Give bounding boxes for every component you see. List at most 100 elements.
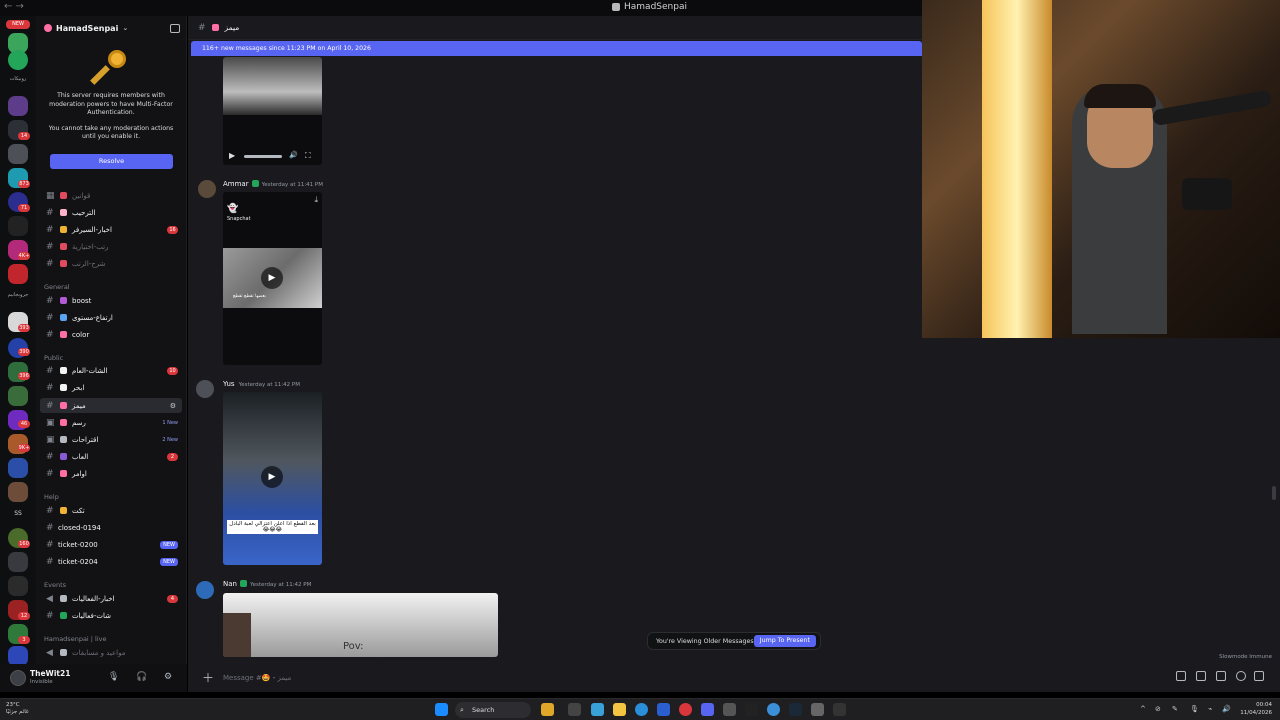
app-icon-5[interactable] <box>767 703 780 716</box>
server-initials[interactable]: SS <box>4 510 32 517</box>
tray-overflow-icon[interactable]: ^ <box>1140 705 1146 713</box>
server-icon-8[interactable] <box>8 216 28 236</box>
tray-icon-2[interactable]: ✎ <box>1172 705 1178 713</box>
network-icon[interactable]: ⌁ <box>1208 705 1212 713</box>
sticker-icon[interactable] <box>1216 671 1226 681</box>
volume-icon[interactable]: 🔊 <box>289 151 298 159</box>
message-input[interactable]: Message #🤩・ميمز <box>223 673 291 683</box>
category-public[interactable]: Public <box>44 354 63 362</box>
system-clock[interactable]: 00:04 11/04/2026 <box>1240 702 1272 717</box>
play-icon[interactable]: ▶ <box>261 267 283 289</box>
back-forward-arrows[interactable]: ← → <box>4 1 24 12</box>
avatar[interactable] <box>10 670 26 686</box>
microphone-icon[interactable]: 🎙 <box>108 672 119 682</box>
app-icon-3[interactable] <box>679 703 692 716</box>
volume-slider[interactable] <box>244 155 282 158</box>
app-icon-4[interactable] <box>723 703 736 716</box>
server-icon-24[interactable] <box>8 646 28 666</box>
file-explorer-icon[interactable] <box>613 703 626 716</box>
invite-people-icon[interactable] <box>170 24 180 33</box>
channel-item[interactable]: # ابحر <box>36 380 186 395</box>
tray-icon-1[interactable]: ⊘ <box>1155 705 1161 713</box>
server-icon-14[interactable] <box>8 386 28 406</box>
volume-icon[interactable]: 🔊 <box>1222 705 1231 713</box>
video-attachment[interactable]: Pov: <box>223 593 498 657</box>
channel-item[interactable]: ▦ قوانين <box>36 188 186 203</box>
video-attachment[interactable]: ▶ بعد الفطع اذا اعلن اعتزالي لعبة البادل… <box>223 392 322 565</box>
video-attachment[interactable]: ▶ 🔊 ⛶ <box>223 57 322 165</box>
play-icon[interactable]: ▶ <box>261 466 283 488</box>
server-icon-10[interactable] <box>8 264 28 284</box>
channel-item[interactable]: ▣ اقتراحات 2 New <box>36 432 186 447</box>
avatar[interactable] <box>196 581 214 599</box>
category-help[interactable]: Help <box>44 493 59 501</box>
apps-icon[interactable] <box>1254 671 1264 681</box>
server-icon-21[interactable] <box>8 576 28 596</box>
edge-browser-icon[interactable] <box>635 703 648 716</box>
settings-app-icon[interactable] <box>811 703 824 716</box>
app-icon-2[interactable] <box>657 703 670 716</box>
channel-item[interactable]: # ticket-0200 NEW <box>36 537 186 552</box>
plus-icon[interactable]: ＋ <box>202 669 214 686</box>
emoji-icon[interactable] <box>1236 671 1246 681</box>
fullscreen-icon[interactable]: ⛶ <box>305 151 311 161</box>
channel-item[interactable]: # الشات-العام 10 <box>36 363 186 378</box>
new-messages-bar[interactable]: 116+ new messages since 11:23 PM on Apri… <box>191 41 922 56</box>
steam-icon[interactable] <box>789 703 802 716</box>
resolve-button[interactable]: Resolve <box>50 153 173 169</box>
channel-item[interactable]: # شات-فعاليات <box>36 608 186 623</box>
gift-icon[interactable] <box>1176 671 1186 681</box>
channel-item[interactable]: # العاب 2 <box>36 449 186 464</box>
play-icon[interactable]: ▶ <box>229 151 235 160</box>
widgets-icon[interactable] <box>541 703 554 716</box>
channel-item[interactable]: ◀ اخبار-الفعاليات 4 <box>36 591 186 606</box>
channel-item[interactable]: # closed-0194 <box>36 520 186 535</box>
channel-settings-icon[interactable]: ⚙ <box>170 402 176 410</box>
server-icon-18[interactable] <box>8 482 28 502</box>
channel-item[interactable]: # اخبار-السيرفر 16 <box>36 222 186 237</box>
channel-item[interactable]: ▣ رسم 1 New <box>36 415 186 430</box>
avatar[interactable] <box>196 380 214 398</box>
username[interactable]: TheWit21 <box>30 669 70 678</box>
video-attachment[interactable]: 👻 Snapchat ⤓ ▶ بعضها تقطع تقطع <box>223 192 322 365</box>
server-icon-17[interactable] <box>8 458 28 478</box>
category-events[interactable]: Events <box>44 581 66 589</box>
channel-item[interactable]: # ارتفاع-مستوى <box>36 310 186 325</box>
microphone-tray-icon[interactable]: 🎙 <box>1190 705 1199 713</box>
channel-item[interactable]: # boost <box>36 293 186 308</box>
channel-item[interactable]: # الترحيب <box>36 205 186 220</box>
channel-item[interactable]: # شرح-الرتب <box>36 256 186 271</box>
unread-count-badge: 16 <box>167 225 178 234</box>
category-general[interactable]: General <box>44 283 70 291</box>
channel-item-active[interactable]: # ميمز ⚙ <box>40 398 182 413</box>
server-icon-3[interactable] <box>8 96 28 116</box>
scrollbar[interactable] <box>1272 486 1276 500</box>
category-live[interactable]: Hamadsenpai | live <box>44 635 107 643</box>
jump-to-present-button[interactable]: Jump To Present <box>753 635 816 647</box>
channel-item[interactable]: # ticket-0204 NEW <box>36 554 186 569</box>
channel-item[interactable]: ◀ مواعيد و مسابقات <box>36 645 186 660</box>
guild-header[interactable]: HamadSenpai ⌄ <box>36 16 186 40</box>
channel-item[interactable]: # اوامر <box>36 466 186 481</box>
channel-item[interactable]: # color <box>36 327 186 342</box>
headphones-icon[interactable]: 🎧 <box>136 672 147 682</box>
taskbar-search[interactable]: ⌕ Search <box>455 702 531 718</box>
channel-item[interactable]: # تكت <box>36 503 186 518</box>
gear-icon[interactable]: ⚙ <box>164 672 172 682</box>
download-icon[interactable]: ⤓ <box>314 195 318 205</box>
channel-emoji-icon <box>60 402 67 409</box>
task-view-icon[interactable] <box>568 703 581 716</box>
avatar[interactable] <box>198 180 216 198</box>
windows-start-icon[interactable] <box>435 703 448 716</box>
server-icon-5[interactable] <box>8 144 28 164</box>
app-icon-6[interactable] <box>833 703 846 716</box>
channel-item[interactable]: # رتب-اختيارية <box>36 239 186 254</box>
server-icon-20[interactable] <box>8 552 28 572</box>
gif-icon[interactable] <box>1196 671 1206 681</box>
server-icon-2[interactable] <box>8 50 28 70</box>
app-icon-1[interactable] <box>591 703 604 716</box>
weather-widget[interactable]: 23°C غائم جزئيًا <box>6 702 29 716</box>
discord-taskbar-icon[interactable] <box>701 703 714 716</box>
terminal-icon[interactable] <box>745 703 758 716</box>
message-composer[interactable]: ＋ Message #🤩・ميمز <box>196 666 1272 688</box>
